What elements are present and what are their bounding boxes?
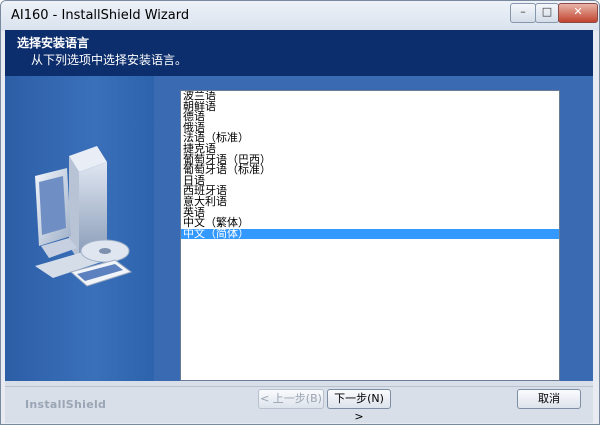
window-title: AI160 - InstallShield Wizard: [11, 8, 190, 23]
close-button[interactable]: ✕: [558, 3, 598, 23]
language-option[interactable]: 西班牙语: [181, 186, 559, 197]
language-option[interactable]: 中文（简体）: [181, 228, 559, 240]
language-option[interactable]: 朝鲜语: [181, 101, 559, 113]
header-subtitle: 从下列选项中选择安装语言。: [31, 53, 188, 67]
header-title: 选择安装语言: [17, 36, 90, 50]
language-option[interactable]: 法语（标准）: [181, 133, 559, 144]
left-graphic-panel: [5, 76, 154, 381]
language-option[interactable]: 波兰语: [181, 91, 559, 102]
minimize-button[interactable]: –: [510, 3, 536, 23]
installshield-logo: InstallShield: [25, 398, 107, 411]
back-button[interactable]: < 上一步(B): [258, 389, 324, 409]
language-option[interactable]: 德语: [181, 111, 559, 123]
close-icon: ✕: [573, 5, 583, 18]
language-option[interactable]: 意大利语: [181, 196, 559, 208]
footer-divider: [5, 386, 593, 387]
language-option[interactable]: 葡萄牙语（标准）: [181, 164, 559, 176]
next-button[interactable]: 下一步(N) >: [327, 389, 391, 423]
cancel-button[interactable]: 取消: [517, 389, 581, 409]
title-bar[interactable]: AI160 - InstallShield Wizard – □ ✕: [1, 1, 599, 31]
minimize-icon: –: [520, 5, 526, 18]
language-listbox[interactable]: 波兰语 朝鲜语 德语 俄语 法语（标准） 捷克语 葡萄牙语（巴西） 葡萄牙语（标准） 日语 西班牙…: [180, 90, 560, 381]
maximize-icon: □: [541, 5, 553, 18]
maximize-button[interactable]: □: [535, 3, 559, 23]
computer-cd-icon: [35, 146, 133, 287]
wizard-header: 选择安装语言 从下列选项中选择安装语言。: [5, 30, 593, 76]
language-option[interactable]: 日语: [181, 175, 559, 187]
